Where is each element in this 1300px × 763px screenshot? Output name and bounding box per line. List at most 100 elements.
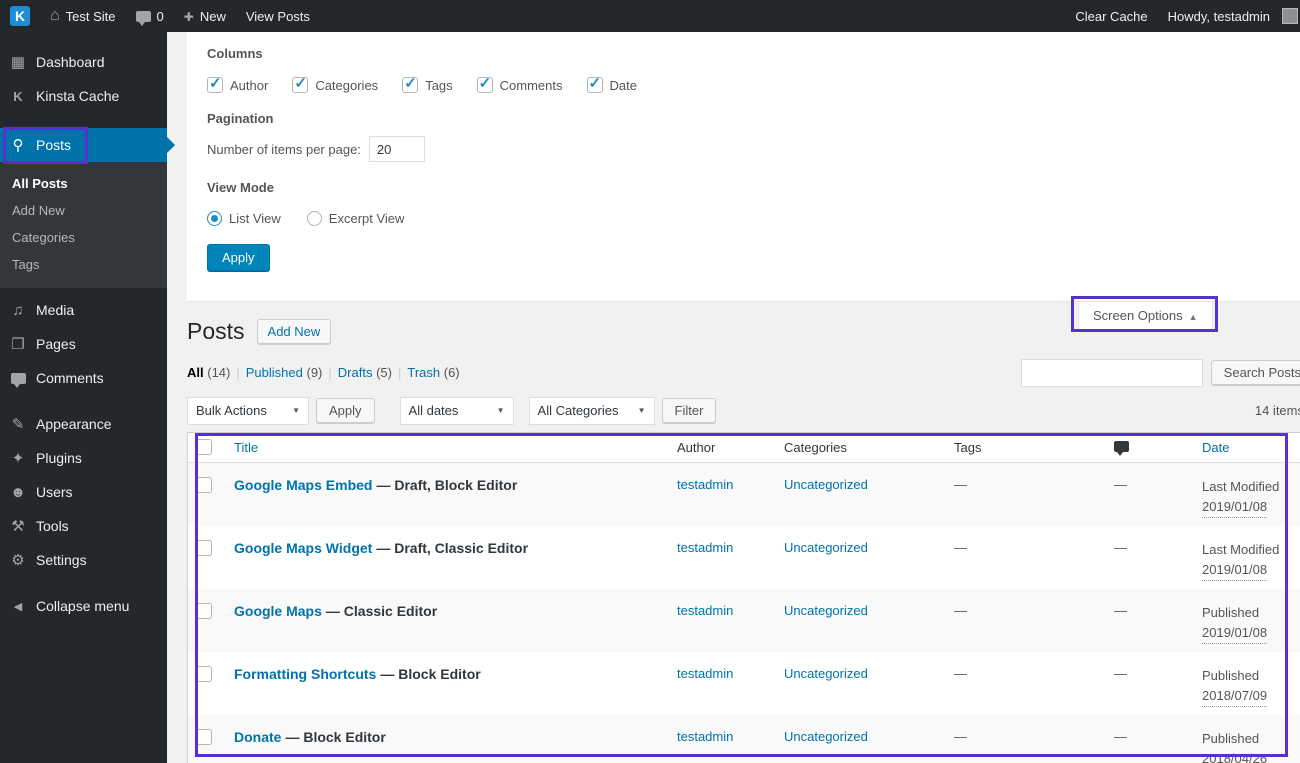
screen-options-tab[interactable]: Screen Options (1078, 302, 1213, 331)
sidebar-item-comments[interactable]: Comments (0, 361, 167, 395)
table-row: Google Maps Widget — Draft, Classic Edito… (188, 526, 1300, 589)
radio-excerpt-view[interactable]: Excerpt View (306, 211, 404, 226)
checkbox-checked-icon[interactable] (586, 74, 603, 93)
checkbox-date[interactable]: Date (586, 74, 637, 93)
column-header-title[interactable]: Title (221, 440, 677, 455)
author-link[interactable]: testadmin (677, 666, 733, 681)
post-state: — Draft, Classic Editor (376, 539, 529, 556)
checkbox-checked-icon[interactable] (476, 74, 493, 93)
table-row: Google Maps Embed — Draft, Block Editor t… (188, 462, 1300, 526)
filter-published[interactable]: Published (9) (246, 365, 323, 380)
column-header-date[interactable]: Date (1202, 440, 1300, 455)
author-link[interactable]: testadmin (677, 540, 733, 555)
sidebar-item-label: Tools (36, 518, 69, 534)
view-mode-radio-row: List View Excerpt View (207, 211, 1280, 226)
bulk-apply-button[interactable]: Apply (316, 398, 375, 424)
bulk-actions-select[interactable]: Bulk Actions (187, 396, 309, 425)
submenu-item-add-new[interactable]: Add New (0, 197, 167, 224)
row-checkbox[interactable] (196, 665, 212, 682)
filter-button[interactable]: Filter (661, 398, 717, 424)
columns-heading: Columns (207, 46, 263, 61)
radio-list-view[interactable]: List View (207, 211, 281, 226)
radio-selected-icon[interactable] (207, 211, 222, 226)
checkbox-comments[interactable]: Comments (476, 74, 563, 93)
comments-cell: — (1114, 602, 1127, 618)
add-new-button[interactable]: Add New (256, 319, 332, 345)
kinsta-logo-button[interactable] (0, 0, 40, 32)
dates-filter-select[interactable]: All dates (399, 396, 514, 425)
site-name-label: Test Site (65, 8, 116, 24)
admin-sidebar: Dashboard Kinsta Cache Posts All Posts A… (0, 32, 175, 763)
category-link[interactable]: Uncategorized (784, 603, 868, 618)
screen-options-apply-button[interactable]: Apply (207, 244, 270, 271)
new-content-menu[interactable]: New (174, 0, 236, 32)
filter-all[interactable]: All (14) (187, 365, 230, 380)
sidebar-item-collapse-menu[interactable]: Collapse menu (0, 589, 167, 623)
avatar (1282, 8, 1298, 24)
post-state: — Draft, Block Editor (376, 476, 518, 493)
page-title: Posts (187, 318, 245, 344)
row-checkbox[interactable] (196, 602, 212, 619)
categories-filter-select[interactable]: All Categories (528, 396, 655, 425)
account-menu[interactable]: Howdy, testadmin (1158, 0, 1300, 32)
post-title-link[interactable]: Formatting Shortcuts (234, 666, 376, 682)
checkbox-tags[interactable]: Tags (402, 74, 453, 93)
home-icon (50, 7, 60, 25)
checkbox-categories[interactable]: Categories (292, 74, 378, 93)
clear-cache-button[interactable]: Clear Cache (1065, 0, 1157, 32)
chevron-up-icon (1189, 308, 1198, 323)
sidebar-item-plugins[interactable]: Plugins (0, 441, 167, 475)
post-title-link[interactable]: Google Maps (234, 603, 322, 619)
author-link[interactable]: testadmin (677, 477, 733, 492)
view-posts-button[interactable]: View Posts (236, 0, 320, 32)
search-input[interactable] (1020, 358, 1203, 387)
post-state: — Block Editor (285, 728, 386, 745)
per-page-label: Number of items per page: (207, 141, 361, 157)
row-checkbox[interactable] (196, 539, 212, 556)
checkbox-author[interactable]: Author (207, 74, 268, 93)
category-link[interactable]: Uncategorized (784, 477, 868, 492)
submenu-item-categories[interactable]: Categories (0, 224, 167, 251)
column-header-comments (1114, 440, 1202, 456)
author-link[interactable]: testadmin (677, 729, 733, 744)
post-title-link[interactable]: Donate (234, 729, 281, 745)
row-checkbox[interactable] (196, 476, 212, 493)
author-link[interactable]: testadmin (677, 603, 733, 618)
sidebar-item-settings[interactable]: Settings (0, 543, 167, 577)
radio-unselected-icon[interactable] (306, 211, 322, 226)
sidebar-item-appearance[interactable]: Appearance (0, 407, 167, 441)
comment-bubble-icon (135, 10, 151, 26)
comments-admin-bar-button[interactable]: 0 (126, 0, 174, 32)
sidebar-item-pages[interactable]: Pages (0, 327, 167, 361)
sidebar-item-label: Users (36, 484, 73, 500)
site-name-menu[interactable]: Test Site (40, 0, 126, 32)
post-title-link[interactable]: Google Maps Widget (234, 540, 372, 556)
per-page-input[interactable] (368, 136, 425, 162)
row-checkbox[interactable] (196, 728, 212, 745)
submenu-item-tags[interactable]: Tags (0, 251, 167, 278)
category-link[interactable]: Uncategorized (784, 540, 868, 555)
category-link[interactable]: Uncategorized (784, 666, 868, 681)
plugins-icon (0, 449, 36, 467)
checkbox-checked-icon[interactable] (292, 74, 309, 93)
sidebar-item-posts[interactable]: Posts (0, 128, 175, 162)
filter-drafts[interactable]: Drafts (5) (338, 365, 392, 380)
post-title-link[interactable]: Google Maps Embed (234, 477, 372, 493)
submenu-item-all-posts[interactable]: All Posts (0, 170, 167, 197)
sidebar-item-kinsta-cache[interactable]: Kinsta Cache (0, 79, 167, 113)
checkbox-checked-icon[interactable] (207, 74, 223, 93)
comments-cell: — (1114, 728, 1127, 744)
checkbox-checked-icon[interactable] (402, 74, 419, 93)
sidebar-item-dashboard[interactable]: Dashboard (0, 45, 167, 79)
search-posts-button[interactable]: Search Posts (1210, 360, 1300, 386)
menu-separator (0, 577, 167, 589)
category-link[interactable]: Uncategorized (784, 729, 868, 744)
sidebar-item-media[interactable]: Media (0, 293, 167, 327)
sidebar-item-tools[interactable]: Tools (0, 509, 167, 543)
sidebar-item-label: Appearance (36, 416, 112, 432)
screen-options-tab-label: Screen Options (1093, 308, 1183, 323)
select-all-checkbox[interactable] (196, 439, 212, 456)
tags-cell: — (954, 665, 967, 681)
filter-trash[interactable]: Trash (6) (407, 365, 459, 380)
sidebar-item-users[interactable]: Users (0, 475, 167, 509)
